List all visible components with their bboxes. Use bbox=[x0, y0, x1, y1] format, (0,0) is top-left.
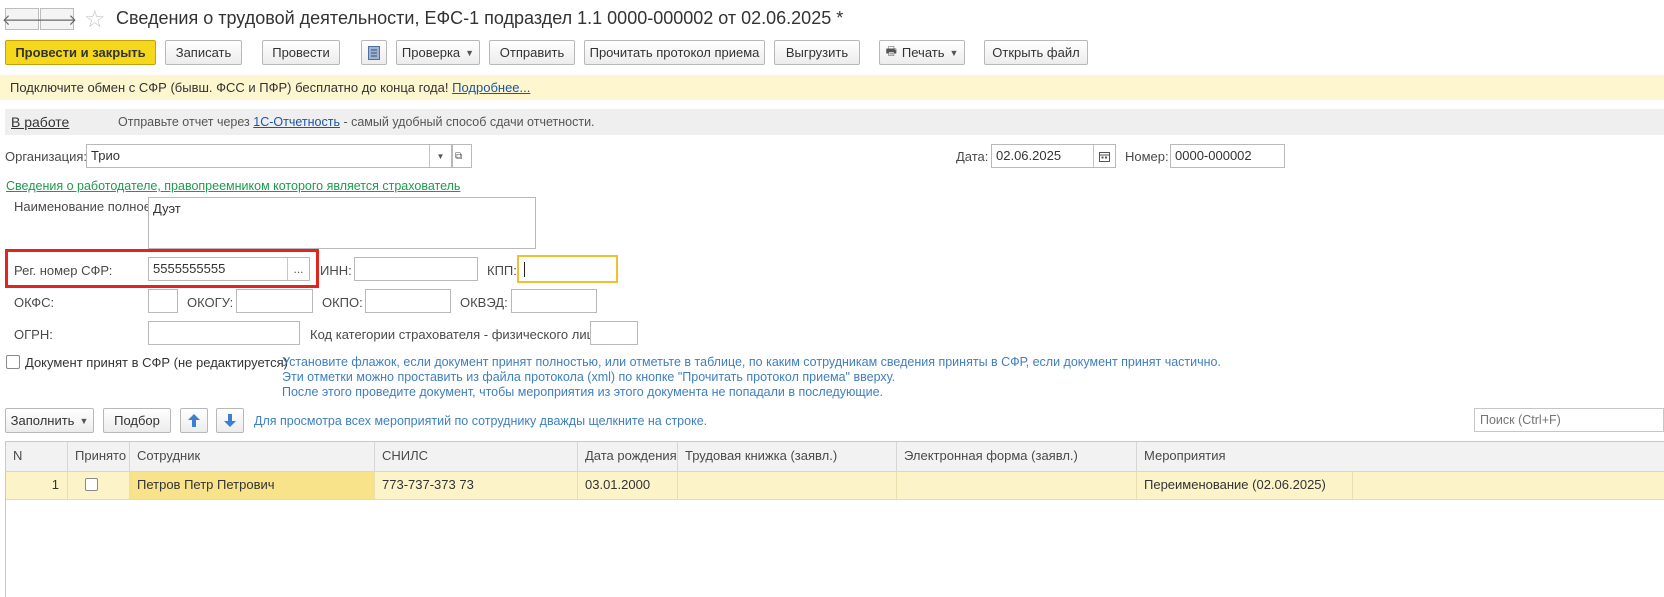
okpo-label: ОКПО: bbox=[322, 295, 363, 310]
reporting-link[interactable]: 1С-Отчетность bbox=[253, 115, 340, 129]
move-down-button[interactable] bbox=[216, 408, 244, 433]
status-message: Отправьте отчет через 1С-Отчетность - са… bbox=[118, 115, 595, 129]
print-label: Печать bbox=[901, 45, 945, 60]
fill-label: Заполнить bbox=[10, 413, 75, 428]
col-header-n[interactable]: N bbox=[6, 442, 68, 471]
promo-banner: Подключите обмен с СФР (бывш. ФСС и ПФР)… bbox=[0, 75, 1664, 100]
star-icon[interactable]: ☆ bbox=[84, 5, 106, 34]
save-button[interactable]: Записать bbox=[165, 40, 242, 65]
ogrn-field[interactable] bbox=[148, 321, 300, 345]
status-text-after: - самый удобный способ сдачи отчетности. bbox=[343, 115, 595, 129]
okogu-field[interactable] bbox=[236, 289, 313, 313]
printer-icon: 🖶 bbox=[885, 44, 897, 58]
back-button[interactable]: 🡐 bbox=[2, 8, 42, 30]
chevron-down-icon: ▼ bbox=[79, 415, 89, 426]
fullname-field[interactable]: Дуэт bbox=[148, 197, 536, 249]
org-open-button[interactable]: ⧉ bbox=[452, 144, 472, 168]
date-value: 02.06.2025 bbox=[996, 148, 1062, 163]
okpo-field[interactable] bbox=[365, 289, 451, 313]
hint-line-3: После этого проведите документ, чтобы ме… bbox=[282, 385, 884, 399]
date-field[interactable]: 02.06.2025 bbox=[991, 144, 1116, 168]
document-state-link[interactable]: В работе bbox=[11, 114, 69, 130]
okfs-label: ОКФС: bbox=[14, 295, 55, 310]
row-number: 1 bbox=[6, 472, 68, 499]
okved-field[interactable] bbox=[511, 289, 597, 313]
banner-more-link[interactable]: Подробнее... bbox=[452, 80, 530, 95]
chevron-down-icon: ▼ bbox=[465, 47, 475, 58]
col-header-birth[interactable]: Дата рождения bbox=[578, 442, 678, 471]
okved-label: ОКВЭД: bbox=[460, 295, 508, 310]
read-protocol-button[interactable]: Прочитать протокол приема bbox=[584, 40, 765, 65]
row-accepted-checkbox[interactable] bbox=[85, 478, 98, 491]
export-button[interactable]: Выгрузить bbox=[774, 40, 860, 65]
row-employee[interactable]: Петров Петр Петрович bbox=[130, 472, 375, 499]
search-input[interactable] bbox=[1474, 408, 1664, 432]
arrow-up-icon bbox=[188, 414, 200, 427]
row-filler bbox=[1353, 472, 1664, 499]
chevron-down-icon: ▼ bbox=[949, 47, 959, 58]
kpp-field[interactable] bbox=[517, 255, 618, 283]
send-button[interactable]: Отправить bbox=[489, 40, 575, 65]
date-label: Дата: bbox=[956, 149, 989, 164]
post-and-close-button[interactable]: Провести и закрыть bbox=[5, 40, 156, 65]
row-birth: 03.01.2000 bbox=[578, 472, 678, 499]
status-text-before: Отправьте отчет через bbox=[118, 115, 250, 129]
kpp-label: КПП: bbox=[487, 263, 517, 278]
hint-line-2: Эти отметки можно проставить из файла пр… bbox=[282, 370, 896, 384]
reg-number-label: Рег. номер СФР: bbox=[14, 263, 113, 278]
row-work-book bbox=[678, 472, 897, 499]
okogu-label: ОКОГУ: bbox=[187, 295, 234, 310]
print-dropdown-button[interactable]: 🖶 Печать ▼ bbox=[879, 40, 965, 65]
col-header-accepted[interactable]: Принято bbox=[68, 442, 130, 471]
number-label: Номер: bbox=[1125, 149, 1169, 164]
col-header-work-book[interactable]: Трудовая книжка (заявл.) bbox=[678, 442, 897, 471]
move-up-button[interactable] bbox=[180, 408, 208, 433]
okfs-field[interactable] bbox=[148, 289, 178, 313]
col-header-employee[interactable]: Сотрудник bbox=[130, 442, 375, 471]
row-eform bbox=[897, 472, 1137, 499]
window-title: Сведения о трудовой деятельности, ЕФС-1 … bbox=[116, 8, 844, 28]
list-icon bbox=[368, 45, 380, 60]
inn-field[interactable] bbox=[354, 257, 478, 281]
check-dropdown-button[interactable]: Проверка ▼ bbox=[396, 40, 480, 65]
pick-button[interactable]: Подбор bbox=[103, 408, 171, 433]
row-events: Переименование (02.06.2025) bbox=[1137, 472, 1353, 499]
row-divider bbox=[6, 499, 1664, 500]
banner-text: Подключите обмен с СФР (бывш. ФСС и ПФР)… bbox=[10, 80, 449, 95]
arrow-right-icon: 🡒 bbox=[36, 11, 78, 29]
check-label: Проверка bbox=[401, 45, 461, 60]
org-label: Организация: bbox=[5, 149, 88, 164]
inn-label: ИНН: bbox=[320, 263, 352, 278]
ellipsis-icon[interactable]: ... bbox=[287, 258, 309, 280]
ogrn-label: ОГРН: bbox=[14, 327, 53, 342]
col-header-snils[interactable]: СНИЛС bbox=[375, 442, 578, 471]
accepted-label: Документ принят в СФР (не редактируется) bbox=[25, 355, 288, 370]
insurer-category-field[interactable] bbox=[590, 321, 638, 345]
row-snils: 773-737-373 73 bbox=[375, 472, 578, 499]
table-hint: Для просмотра всех мероприятий по сотруд… bbox=[254, 414, 708, 428]
col-header-eform[interactable]: Электронная форма (заявл.) bbox=[897, 442, 1137, 471]
accepted-checkbox[interactable] bbox=[6, 355, 20, 369]
number-field[interactable]: 0000-000002 bbox=[1170, 144, 1285, 168]
employer-successor-link[interactable]: Сведения о работодателе, правопреемником… bbox=[6, 179, 460, 193]
structure-button[interactable] bbox=[361, 40, 387, 65]
col-header-events[interactable]: Мероприятия bbox=[1137, 442, 1664, 471]
org-field[interactable]: Трио ▼ bbox=[86, 144, 452, 168]
fill-dropdown-button[interactable]: Заполнить ▼ bbox=[5, 408, 94, 433]
insurer-category-label: Код категории страхователя - физического… bbox=[310, 327, 605, 342]
calendar-icon[interactable] bbox=[1093, 145, 1115, 167]
reg-number-value: 5555555555 bbox=[153, 261, 226, 276]
chevron-down-icon[interactable]: ▼ bbox=[429, 145, 451, 167]
arrow-down-icon bbox=[224, 414, 236, 427]
hint-line-1: Установите флажок, если документ принят … bbox=[282, 355, 1221, 369]
org-value: Трио bbox=[91, 148, 120, 163]
forward-button[interactable]: 🡒 bbox=[36, 8, 78, 30]
text-cursor bbox=[524, 262, 525, 277]
fullname-label: Наименование полное: bbox=[14, 199, 155, 214]
row-accepted-cell bbox=[68, 472, 130, 499]
open-file-button[interactable]: Открыть файл bbox=[984, 40, 1088, 65]
open-window-icon: ⧉ bbox=[455, 151, 463, 162]
reg-number-field[interactable]: 5555555555 ... bbox=[148, 257, 310, 281]
post-button[interactable]: Провести bbox=[262, 40, 340, 65]
